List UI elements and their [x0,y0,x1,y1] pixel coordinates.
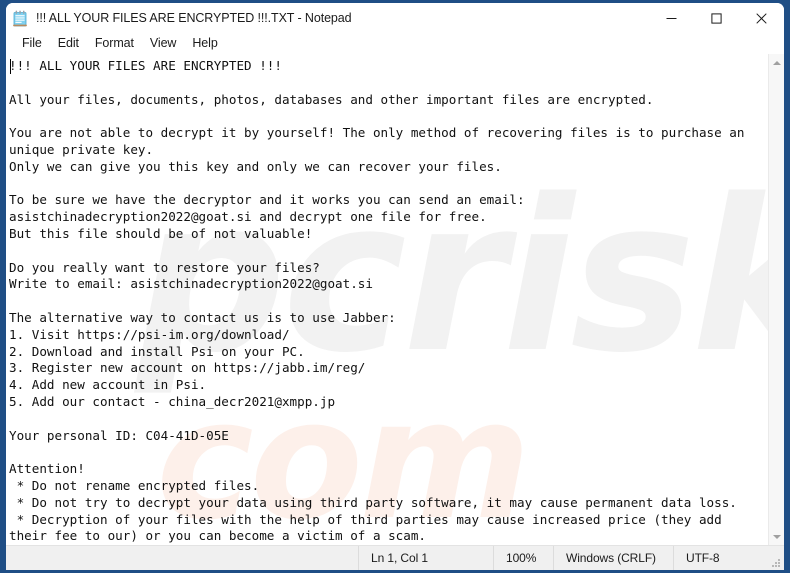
resize-grip-icon[interactable] [769,556,781,568]
text-editor[interactable]: pcrisk com !!! ALL YOUR FILES ARE ENCRYP… [6,54,768,545]
status-cursor-position[interactable]: Ln 1, Col 1 [358,546,493,570]
menu-item-view[interactable]: View [142,35,184,52]
notepad-window: !!! ALL YOUR FILES ARE ENCRYPTED !!!.TXT… [0,0,790,573]
status-encoding[interactable]: UTF-8 [673,546,784,570]
menu-item-edit[interactable]: Edit [50,35,87,52]
window-client-area: !!! ALL YOUR FILES ARE ENCRYPTED !!!.TXT… [6,3,784,570]
notepad-icon [12,10,28,27]
status-line-ending[interactable]: Windows (CRLF) [553,546,673,570]
scrollbar-thumb[interactable] [769,71,784,526]
menu-bar: File Edit Format View Help [6,33,784,54]
window-title: !!! ALL YOUR FILES ARE ENCRYPTED !!!.TXT… [36,11,352,25]
maximize-button[interactable] [694,3,739,33]
vertical-scrollbar[interactable] [768,54,784,545]
menu-item-help[interactable]: Help [184,35,225,52]
document-text: !!! ALL YOUR FILES ARE ENCRYPTED !!! All… [9,58,745,544]
scroll-down-arrow[interactable] [769,528,784,545]
scroll-up-arrow[interactable] [769,54,784,71]
menu-item-format[interactable]: Format [87,35,142,52]
close-button[interactable] [739,3,784,33]
triangle-up-icon [773,60,781,65]
minimize-button[interactable] [649,3,694,33]
editor-area: pcrisk com !!! ALL YOUR FILES ARE ENCRYP… [6,54,784,545]
status-bar-spacer [6,546,358,570]
status-bar: Ln 1, Col 1 100% Windows (CRLF) UTF-8 [6,545,784,570]
status-zoom-level[interactable]: 100% [493,546,553,570]
menu-item-file[interactable]: File [14,35,50,52]
triangle-down-icon [773,534,781,539]
title-bar[interactable]: !!! ALL YOUR FILES ARE ENCRYPTED !!!.TXT… [6,3,784,33]
window-controls [649,3,784,33]
